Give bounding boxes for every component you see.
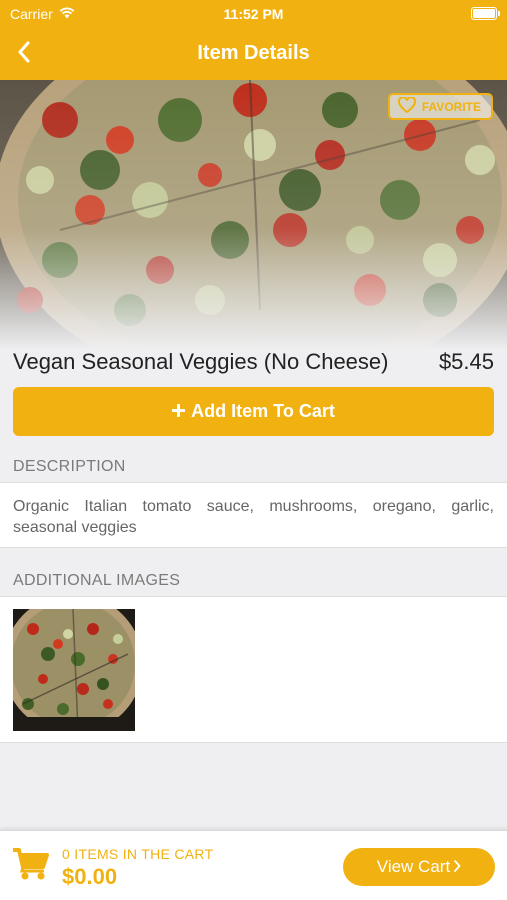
item-price: $5.45 <box>438 349 494 374</box>
status-time: 11:52 PM <box>223 6 284 22</box>
favorite-button[interactable]: FAVORITE <box>387 93 493 120</box>
cart-item-count: 0 ITEMS IN THE CART <box>62 846 214 862</box>
add-to-cart-button[interactable]: Add Item To Cart <box>13 387 494 436</box>
chevron-right-icon <box>453 857 461 877</box>
view-cart-button[interactable]: View Cart <box>343 848 495 886</box>
favorite-label: FAVORITE <box>421 99 481 114</box>
page-title: Item Details <box>197 42 310 64</box>
heart-icon <box>397 96 416 116</box>
additional-images-list <box>0 596 507 743</box>
plus-icon <box>171 401 186 422</box>
status-bar: Carrier 11:52 PM <box>0 0 507 28</box>
item-header: Vegan Seasonal Veggies (No Cheese) $5.45 <box>0 345 507 381</box>
cart-total: $0.00 <box>62 864 118 889</box>
nav-bar: Item Details <box>0 28 507 80</box>
additional-images-header: ADDITIONAL IMAGES <box>13 572 181 589</box>
item-name: Vegan Seasonal Veggies (No Cheese) <box>13 349 389 374</box>
description-header: DESCRIPTION <box>13 458 126 475</box>
pizza-photo <box>0 80 507 350</box>
battery-icon <box>471 7 500 20</box>
cart-summary-bar: 0 ITEMS IN THE CART $0.00 View Cart <box>0 830 507 900</box>
view-cart-label: View Cart <box>376 857 451 876</box>
item-hero-image <box>0 80 507 350</box>
add-to-cart-label: Add Item To Cart <box>191 401 335 421</box>
shopping-cart-icon <box>12 847 50 886</box>
additional-image-thumbnail[interactable] <box>13 609 135 731</box>
description-text: Organic Italian tomato sauce, mushrooms,… <box>0 482 507 548</box>
